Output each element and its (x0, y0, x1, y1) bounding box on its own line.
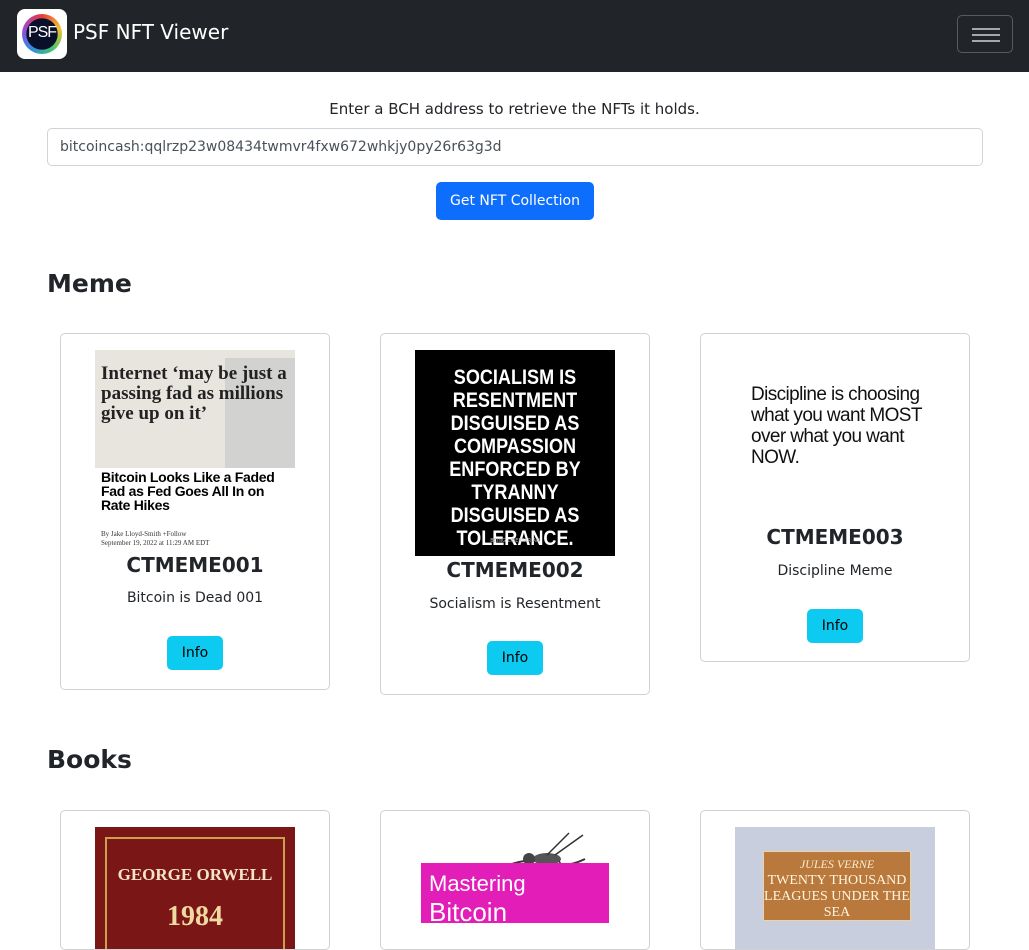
nft-name: CTMEME003 (766, 525, 904, 549)
psf-logo-disc: PSF (22, 14, 62, 54)
nft-image[interactable]: Mastering Bitcoin (415, 827, 615, 949)
info-button[interactable]: Info (167, 636, 223, 670)
get-nft-collection-button[interactable]: Get NFT Collection (436, 182, 594, 220)
nft-card: SOCIALISM IS RESENTMENT DISGUISED AS COM… (380, 333, 650, 695)
nft-image[interactable]: Internet ‘may be just a passing fad as m… (95, 350, 295, 550)
nft-name: CTMEME002 (446, 558, 584, 582)
nft-card: JULES VERNE TWENTY THOUSAND LEAGUES UNDE… (700, 810, 970, 950)
nft-name: CTMEME001 (126, 553, 264, 577)
nft-image[interactable]: Discipline is choosing what you want MOS… (735, 350, 935, 522)
navbar: PSF PSF NFT Viewer (0, 0, 1029, 72)
cover-author: GEORGE ORWELL (117, 865, 273, 884)
hamburger-icon-line (972, 34, 1000, 36)
nft-image[interactable]: SOCIALISM IS RESENTMENT DISGUISED AS COM… (415, 350, 615, 556)
navbar-toggler-button[interactable] (957, 15, 1013, 53)
image-byline: By Jake Lloyd-Smith +Follow September 19… (101, 530, 291, 548)
hamburger-icon-line (972, 40, 1000, 42)
info-button[interactable]: Info (807, 609, 863, 643)
nft-card: Internet ‘may be just a passing fad as m… (60, 333, 330, 690)
info-button[interactable]: Info (487, 641, 543, 675)
nft-card: GEORGE ORWELL 1984 (60, 810, 330, 950)
image-text: SOCIALISM IS RESENTMENT DISGUISED AS COM… (449, 366, 581, 550)
cover-title: TWENTY THOUSAND LEAGUES UNDER THE SEA (764, 873, 910, 920)
nft-card: Mastering Bitcoin (380, 810, 650, 950)
dateline-text: September 19, 2022 at 11:29 AM EDT (101, 539, 210, 547)
image-headline: Internet ‘may be just a passing fad as m… (101, 363, 287, 424)
cover-title-top: Mastering (429, 871, 526, 896)
image-text: Discipline is choosing what you want MOS… (751, 384, 922, 468)
cover-title: 1984 (167, 901, 223, 932)
image-subheadline: Bitcoin Looks Like a Faded Fad as Fed Go… (101, 469, 275, 513)
image-credit: BEING LIBERTARIAN (490, 538, 540, 544)
cover-frame (105, 837, 285, 949)
nft-image[interactable]: GEORGE ORWELL 1984 (95, 827, 295, 949)
nft-card: Discipline is choosing what you want MOS… (700, 333, 970, 662)
nft-description: Discipline Meme (777, 563, 893, 579)
nft-image[interactable]: JULES VERNE TWENTY THOUSAND LEAGUES UNDE… (735, 827, 935, 949)
logo-text: PSF (27, 24, 57, 41)
cover-title-band: Mastering Bitcoin (421, 863, 609, 927)
byline-text: By Jake Lloyd-Smith +Follow (101, 530, 187, 538)
cover-author: JULES VERNE (799, 857, 875, 871)
section-title-meme: Meme (47, 269, 132, 298)
hamburger-icon-line (972, 28, 1000, 30)
nft-description: Socialism is Resentment (429, 596, 601, 612)
section-title-books: Books (47, 745, 132, 774)
bch-address-input[interactable] (47, 128, 983, 166)
brand-name[interactable]: PSF NFT Viewer (73, 18, 228, 46)
intro-text: Enter a BCH address to retrieve the NFTs… (329, 100, 700, 118)
psf-logo[interactable]: PSF (17, 9, 67, 59)
nft-description: Bitcoin is Dead 001 (126, 590, 264, 606)
cover-title: Bitcoin (429, 897, 508, 927)
